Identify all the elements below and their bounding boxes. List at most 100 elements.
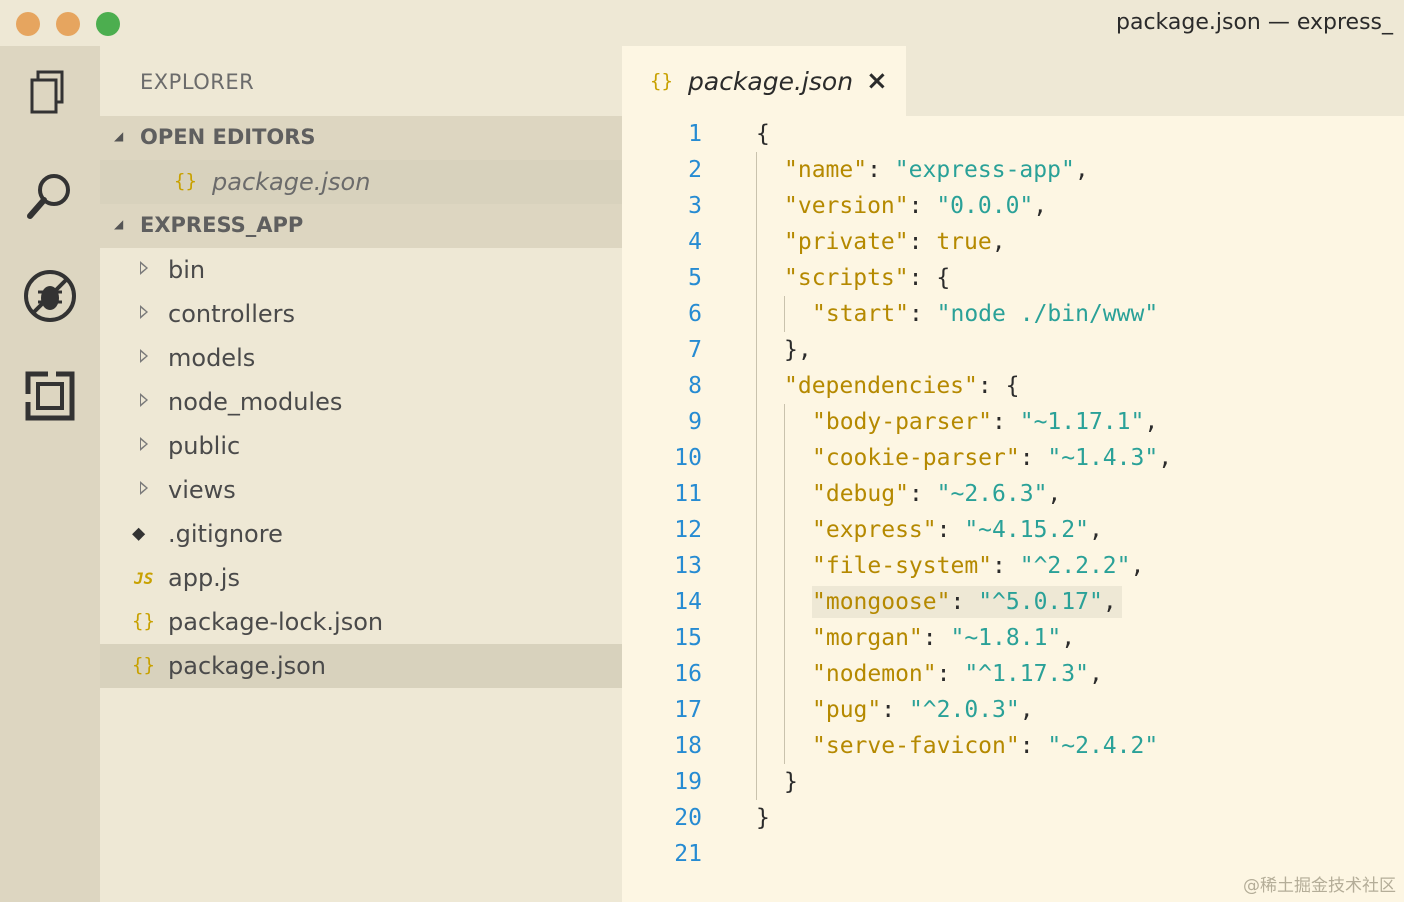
json-key: "version" [784, 193, 909, 219]
json-key: "mongoose" [812, 589, 951, 615]
json-key: "body-parser" [812, 409, 993, 435]
javascript-icon: JS [134, 569, 154, 588]
code-text: "version": "0.0.0", [784, 193, 1048, 219]
code-line: 13 "file-system": "^2.2.2", [622, 548, 1404, 584]
code-text: "private": true, [784, 229, 1006, 255]
json-key: "express" [812, 517, 937, 543]
code-line: 15 "morgan": "~1.8.1", [622, 620, 1404, 656]
code-line: 3 "version": "0.0.0", [622, 188, 1404, 224]
json-value: "~2.6.3" [936, 481, 1048, 507]
window-title: package.json — express_ [1116, 10, 1393, 35]
folder-models[interactable]: models [100, 336, 622, 380]
json-file-icon: {} [132, 654, 155, 676]
file-app-js[interactable]: JS app.js [100, 556, 622, 600]
code-line: 16 "nodemon": "^1.17.3", [622, 656, 1404, 692]
maximize-window-button[interactable] [96, 12, 120, 36]
open-editor-item[interactable]: {} package.json [100, 160, 622, 204]
line-number: 19 [674, 769, 702, 795]
file-gitignore[interactable]: ◆ .gitignore [100, 512, 622, 556]
explorer-title: EXPLORER [140, 70, 255, 94]
chevron-right-icon [140, 481, 148, 495]
code-text: "file-system": "^2.2.2", [812, 553, 1145, 579]
code-line: 7}, [622, 332, 1404, 368]
chevron-right-icon [140, 261, 148, 275]
line-number: 13 [674, 553, 702, 579]
collapse-triangle-icon: ◢ [114, 129, 124, 143]
file-package-json[interactable]: {} package.json [100, 644, 622, 688]
folder-node-modules[interactable]: node_modules [100, 380, 622, 424]
json-value: "^2.2.2" [1019, 553, 1131, 579]
code-line: 11 "debug": "~2.6.3", [622, 476, 1404, 512]
line-number: 17 [674, 697, 702, 723]
code-line: 17 "pug": "^2.0.3", [622, 692, 1404, 728]
code-text: "body-parser": "~1.17.1", [812, 409, 1159, 435]
files-icon[interactable] [20, 66, 80, 126]
editor: {} package.json × 1{2 "name": "express-ap… [622, 46, 1404, 902]
json-key: "scripts" [784, 265, 909, 291]
open-editors-header[interactable]: ◢ OPEN EDITORS [100, 116, 622, 160]
activity-bar [0, 46, 100, 902]
json-key: "private" [784, 229, 909, 255]
line-number: 20 [674, 805, 702, 831]
folder-views[interactable]: views [100, 468, 622, 512]
file-package-lock-json[interactable]: {} package-lock.json [100, 600, 622, 644]
code-line: 18 "serve-favicon": "~2.4.2" [622, 728, 1404, 764]
json-value: "node ./bin/www" [936, 301, 1159, 327]
code-text: "start": "node ./bin/www" [812, 301, 1159, 327]
code-text: "nodemon": "^1.17.3", [812, 661, 1103, 687]
close-icon[interactable]: × [866, 66, 888, 96]
json-key: "debug" [812, 481, 909, 507]
code-line: 6 "start": "node ./bin/www" [622, 296, 1404, 332]
git-icon: ◆ [132, 521, 146, 546]
code-line: 1{ [622, 116, 1404, 152]
json-key: "file-system" [812, 553, 993, 579]
folder-bin[interactable]: bin [100, 248, 622, 292]
indent-guide [756, 152, 757, 800]
code-text: "morgan": "~1.8.1", [812, 625, 1076, 651]
close-window-button[interactable] [16, 12, 40, 36]
code-line: 8 "dependencies": { [622, 368, 1404, 404]
line-number: 4 [688, 229, 702, 255]
json-file-icon: {} [650, 70, 673, 92]
line-number: 2 [688, 157, 702, 183]
code-line: 19} [622, 764, 1404, 800]
code-text: "express": "~4.15.2", [812, 517, 1103, 543]
code-text: "serve-favicon": "~2.4.2" [812, 733, 1159, 759]
folder-controllers[interactable]: controllers [100, 292, 622, 336]
line-number: 5 [688, 265, 702, 291]
search-icon[interactable] [20, 166, 80, 226]
json-value: "^2.0.3" [908, 697, 1020, 723]
code-line: 2 "name": "express-app", [622, 152, 1404, 188]
json-value: "^5.0.17" [978, 589, 1103, 615]
line-number: 14 [674, 589, 702, 615]
line-number: 15 [674, 625, 702, 651]
extensions-icon[interactable] [20, 366, 80, 426]
line-number: 18 [674, 733, 702, 759]
code-line: 4 "private": true, [622, 224, 1404, 260]
project-header[interactable]: ◢ EXPRESS_APP [100, 204, 622, 248]
code-line: 14 "mongoose": "^5.0.17", [622, 584, 1404, 620]
json-value: "~2.4.2" [1047, 733, 1159, 759]
code-line: 20} [622, 800, 1404, 836]
json-key: "serve-favicon" [812, 733, 1020, 759]
code-line: 12 "express": "~4.15.2", [622, 512, 1404, 548]
folder-public[interactable]: public [100, 424, 622, 468]
json-key: "name" [784, 157, 868, 183]
debug-icon[interactable] [20, 266, 80, 326]
json-file-icon: {} [174, 170, 197, 192]
json-value: true [936, 229, 992, 255]
line-number: 6 [688, 301, 702, 327]
code-line: 5 "scripts": { [622, 260, 1404, 296]
collapse-triangle-icon: ◢ [114, 217, 124, 231]
minimize-window-button[interactable] [56, 12, 80, 36]
json-key: "morgan" [812, 625, 923, 651]
code-line: 10 "cookie-parser": "~1.4.3", [622, 440, 1404, 476]
code-area[interactable]: 1{2 "name": "express-app", 3 "version": "0.… [622, 116, 1404, 902]
json-value: "express-app" [894, 157, 1075, 183]
code-text: "pug": "^2.0.3", [812, 697, 1034, 723]
tab-package-json[interactable]: {} package.json × [622, 46, 906, 116]
json-key: "dependencies" [784, 373, 978, 399]
explorer-sidebar: EXPLORER ◢ OPEN EDITORS {} package.json … [100, 46, 622, 902]
json-value: "^1.17.3" [964, 661, 1089, 687]
chevron-right-icon [140, 305, 148, 319]
